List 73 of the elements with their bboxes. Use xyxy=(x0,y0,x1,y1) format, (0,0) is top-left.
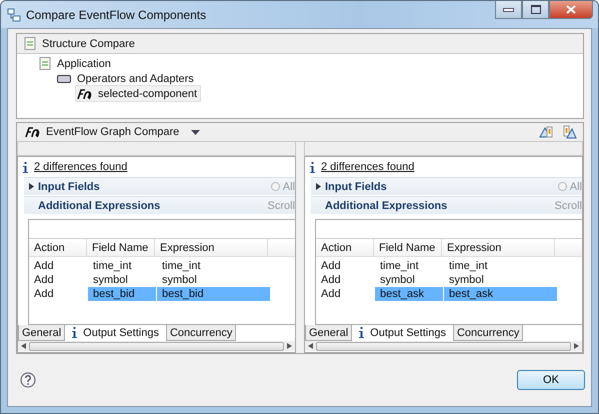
option-label: All xyxy=(282,180,295,192)
table-cell-text: Add xyxy=(33,259,55,273)
tab[interactable]: General xyxy=(305,325,352,341)
table-cell-text: symbol xyxy=(161,273,198,287)
column-header[interactable]: Expression xyxy=(442,239,555,256)
table-cell-text: Add xyxy=(320,273,342,287)
table-cell-text: symbol xyxy=(379,273,416,287)
tree-item[interactable]: Application xyxy=(39,56,114,71)
table-cell: best_ask xyxy=(375,287,443,301)
option-label: All xyxy=(570,180,582,192)
minimize-button[interactable] xyxy=(495,1,522,19)
tab[interactable]: General xyxy=(18,325,66,341)
radio-button[interactable] xyxy=(270,182,280,191)
section-header[interactable]: Additional Expressions Scroll xyxy=(24,196,295,214)
table-cell-text: time_int xyxy=(379,259,420,273)
table-cell: best_ask xyxy=(444,287,557,301)
ok-button[interactable]: OK xyxy=(517,370,585,390)
scroll-right-icon[interactable] xyxy=(287,343,292,349)
differences-link[interactable]: 2 differences found xyxy=(321,161,414,173)
info-icon xyxy=(310,162,315,172)
section-title: Input Fields xyxy=(38,180,100,192)
table-cell-text: symbol xyxy=(448,273,485,287)
section-title: Additional Expressions xyxy=(325,200,448,212)
horizontal-scrollbar[interactable] xyxy=(18,341,295,351)
table-cell-text: time_int xyxy=(448,259,489,273)
app-icon xyxy=(7,8,21,22)
next-difference-icon[interactable] xyxy=(539,125,553,139)
close-icon xyxy=(566,5,576,14)
section-header[interactable]: Input Fields All xyxy=(24,177,295,195)
flow-icon xyxy=(24,126,40,138)
column-header[interactable]: Field Name xyxy=(87,239,155,256)
table-cell: best_bid xyxy=(88,287,156,301)
table-cell-text: time_int xyxy=(92,259,133,273)
section-header[interactable]: Additional Expressions Scroll xyxy=(311,196,582,214)
document-icon xyxy=(24,37,36,50)
section-title: Additional Expressions xyxy=(38,200,160,212)
column-header[interactable]: Action xyxy=(316,239,374,256)
table-cell-text: Add xyxy=(320,287,342,301)
window-title: Compare EventFlow Components xyxy=(26,8,206,22)
differences-link[interactable]: 2 differences found xyxy=(34,161,128,173)
dropdown-arrow-icon[interactable] xyxy=(191,130,200,134)
table-cell-text: symbol xyxy=(92,273,129,287)
horizontal-scrollbar[interactable] xyxy=(305,341,582,351)
table-cell-text: time_int xyxy=(161,259,202,273)
scroll-left-icon[interactable] xyxy=(308,343,313,349)
radio-button[interactable] xyxy=(558,182,567,191)
maximize-button[interactable] xyxy=(522,1,549,19)
help-icon[interactable] xyxy=(20,372,36,388)
tree-item[interactable]: Operators and Adapters xyxy=(57,71,197,86)
scroll-right-icon[interactable] xyxy=(574,343,579,349)
section-title: Input Fields xyxy=(325,180,387,192)
table-cell-text: Add xyxy=(33,287,55,301)
option-label: Scroll xyxy=(267,200,295,212)
panel-title: Structure Compare xyxy=(42,38,135,50)
info-icon xyxy=(23,162,28,172)
column-header[interactable]: Field Name xyxy=(374,239,442,256)
previous-difference-icon[interactable] xyxy=(563,125,577,139)
tab[interactable]: Concurrency xyxy=(166,325,236,341)
section-header[interactable]: Input Fields All xyxy=(311,177,582,195)
component-icon xyxy=(57,74,71,82)
table-cell-text: Add xyxy=(320,259,342,273)
option-label: Scroll xyxy=(554,200,582,212)
table-cell: best_bid xyxy=(157,287,270,301)
flow-icon xyxy=(76,88,92,100)
tree-item[interactable]: selected-component xyxy=(75,85,202,102)
scroll-left-icon[interactable] xyxy=(21,343,26,349)
column-header[interactable]: Expression xyxy=(155,239,268,256)
column-header[interactable]: Action xyxy=(29,239,87,256)
document-icon xyxy=(39,57,51,70)
table-cell-text: Add xyxy=(33,273,55,287)
panel-title: EventFlow Graph Compare xyxy=(46,126,180,138)
close-button[interactable] xyxy=(549,1,593,19)
tab[interactable]: Concurrency xyxy=(452,325,524,341)
